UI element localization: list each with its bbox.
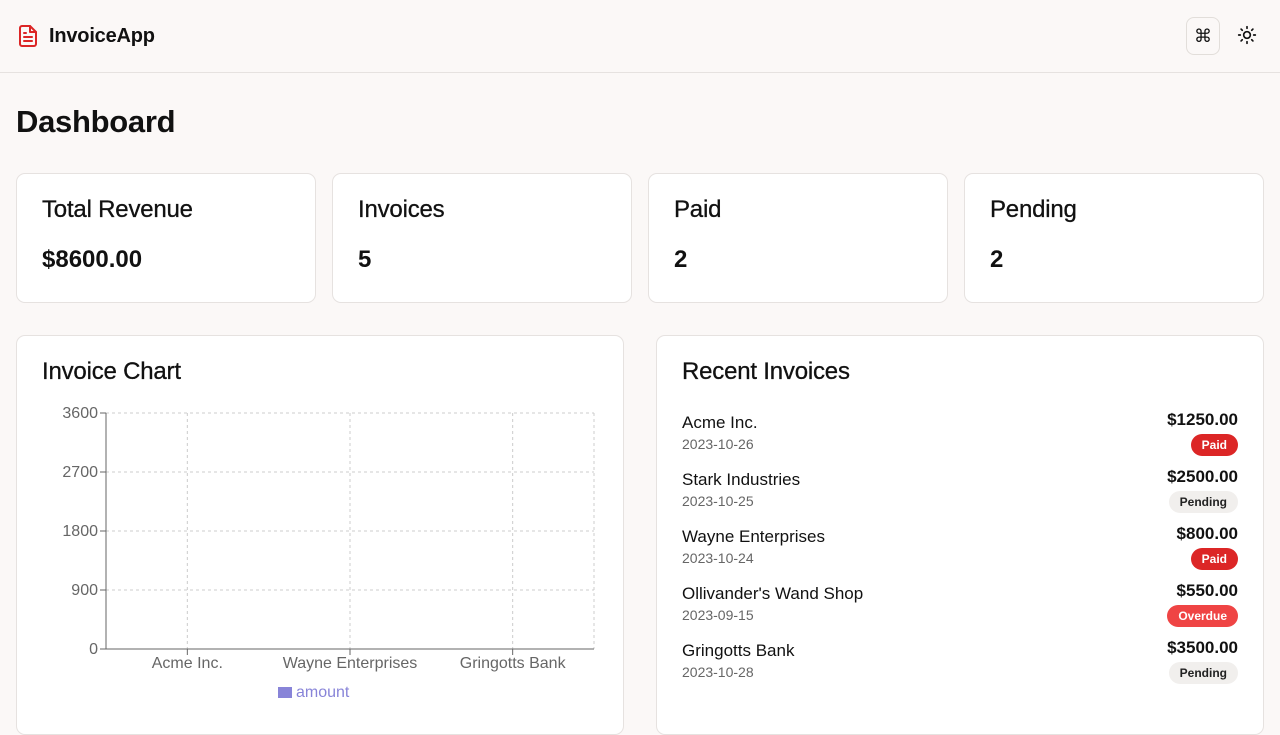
y-tick-label: 3600 [62,405,98,422]
theme-toggle-button[interactable] [1230,17,1264,55]
invoice-date: 2023-10-26 [682,436,754,452]
invoice-chart: 0 900 1800 2700 3600 Acme Inc. Wayne Enterpris… [62,405,595,701]
y-tick-label: 1800 [62,523,98,540]
y-tick-label: 2700 [62,464,98,481]
stat-value: 5 [358,246,372,273]
x-tick-label: Gringotts Bank [460,655,567,672]
invoice-amount: $1250.00 [1167,410,1238,429]
y-tick-label: 900 [71,582,98,599]
sun-icon [1237,25,1257,48]
invoice-date: 2023-09-15 [682,607,754,623]
invoice-row[interactable]: Ollivander's Wand Shop 2023-09-15 $550.0… [682,581,1238,638]
app-name: InvoiceApp [49,24,155,47]
y-tick-label: 0 [89,641,98,658]
recent-invoices-panel: Recent Invoices Acme Inc. 2023-10-26 $12… [656,335,1264,735]
stat-value: 2 [990,246,1004,273]
invoice-row[interactable]: Gringotts Bank 2023-10-28 $3500.00 Pendi… [682,638,1238,695]
x-tick-label: Acme Inc. [152,655,223,672]
legend-label: amount [296,684,350,701]
invoice-document-icon [16,24,40,48]
legend-swatch [278,687,292,698]
recent-invoices-title: Recent Invoices [682,358,850,385]
stat-title: Paid [674,196,722,223]
page-title: Dashboard [16,104,176,139]
invoice-client-name: Gringotts Bank [682,641,795,660]
command-icon: ⌘ [1194,25,1212,46]
stat-card-pending: Pending 2 [964,173,1264,303]
x-tick-label: Wayne Enterprises [283,655,418,672]
stat-card-total-revenue: Total Revenue $8600.00 [16,173,316,303]
invoice-client-name: Ollivander's Wand Shop [682,584,864,603]
invoice-row[interactable]: Acme Inc. 2023-10-26 $1250.00 Paid [682,410,1238,467]
stat-title: Invoices [358,196,445,223]
invoice-amount: $2500.00 [1167,467,1238,486]
status-badge: Pending [1168,491,1238,513]
stat-value: $8600.00 [42,246,143,273]
invoice-client-name: Wayne Enterprises [682,527,825,546]
command-menu-button[interactable]: ⌘ [1186,17,1220,55]
stat-value: 2 [674,246,688,273]
invoice-amount: $550.00 [1176,581,1238,600]
stat-title: Total Revenue [42,196,193,223]
invoice-date: 2023-10-28 [682,664,754,680]
invoice-date: 2023-10-24 [682,550,754,566]
brand[interactable]: InvoiceApp [16,24,155,48]
stats-row: Total Revenue $8600.00 Invoices 5 Paid 2… [16,173,1264,303]
invoice-chart-panel: Invoice Chart 0 900 1800 2700 3600 Acme Inc. W… [16,335,624,735]
invoice-client-name: Stark Industries [682,470,801,489]
invoice-amount: $800.00 [1176,524,1238,543]
invoice-date: 2023-10-25 [682,493,754,509]
invoice-client-name: Acme Inc. [682,413,758,432]
status-badge: Paid [1190,548,1238,570]
stat-title: Pending [990,196,1077,223]
stat-card-invoices: Invoices 5 [332,173,632,303]
status-badge: Paid [1190,434,1238,456]
stat-card-paid: Paid 2 [648,173,948,303]
invoice-list: Acme Inc. 2023-10-26 $1250.00 Paid Stark… [682,410,1238,695]
status-badge: Pending [1168,662,1238,684]
invoice-amount: $3500.00 [1167,638,1238,657]
invoice-row[interactable]: Wayne Enterprises 2023-10-24 $800.00 Pai… [682,524,1238,581]
app-header: InvoiceApp ⌘ [0,0,1280,73]
invoice-row[interactable]: Stark Industries 2023-10-25 $2500.00 Pen… [682,467,1238,524]
status-badge: Overdue [1167,605,1238,627]
